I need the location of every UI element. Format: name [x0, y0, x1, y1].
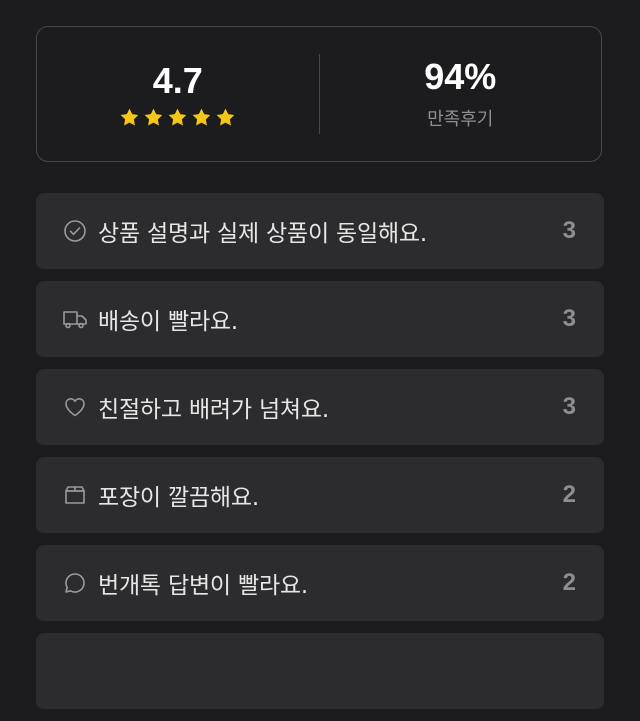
review-tag-count: 2: [562, 481, 576, 508]
review-tag-label: 상품 설명과 실제 상품이 동일해요.: [98, 221, 427, 247]
review-tag-item[interactable]: 상품 설명과 실제 상품이 동일해요. 3: [36, 193, 604, 269]
review-tag-label: 친절하고 배려가 넘쳐요.: [98, 397, 329, 423]
star-icon: [192, 108, 211, 125]
average-rating: 4.7: [152, 59, 203, 101]
review-tag-item[interactable]: 친절하고 배려가 넘쳐요. 3: [36, 369, 604, 445]
review-tag-item[interactable]: 포장이 깔끔해요. 2: [36, 457, 604, 533]
review-tag-item-partial[interactable]: [36, 633, 604, 709]
review-tag-count: 3: [562, 305, 576, 332]
box-icon: [62, 482, 88, 508]
review-tag-label: 배송이 빨라요.: [98, 309, 238, 335]
review-tag-list: 상품 설명과 실제 상품이 동일해요. 3 배송이 빨라요. 3 친절하고 배려…: [36, 193, 604, 721]
star-icon: [168, 108, 187, 125]
review-tag-label: 포장이 깔끔해요.: [98, 485, 259, 511]
check-circle-icon: [62, 218, 88, 244]
heart-icon: [62, 394, 88, 420]
chat-bubble-icon: [62, 570, 88, 596]
satisfaction-column: 94% 만족후기: [320, 57, 602, 131]
review-tag-item[interactable]: 배송이 빨라요. 3: [36, 281, 604, 357]
star-rating: [119, 107, 236, 128]
review-tag-count: 2: [562, 569, 576, 596]
star-icon: [144, 108, 163, 125]
satisfaction-label: 만족후기: [427, 109, 494, 130]
star-icon: [216, 108, 235, 125]
satisfaction-percent: 94%: [424, 56, 497, 97]
star-icon: [120, 108, 139, 125]
review-tag-count: 3: [562, 393, 576, 420]
truck-icon: [62, 306, 88, 332]
review-tag-item[interactable]: 번개톡 답변이 빨라요. 2: [36, 545, 604, 621]
rating-column: 4.7: [37, 59, 319, 128]
review-tag-count: 3: [562, 217, 576, 244]
review-tag-label: 번개톡 답변이 빨라요.: [98, 573, 308, 599]
rating-summary-card: 4.7 94% 만족후기: [36, 26, 602, 162]
